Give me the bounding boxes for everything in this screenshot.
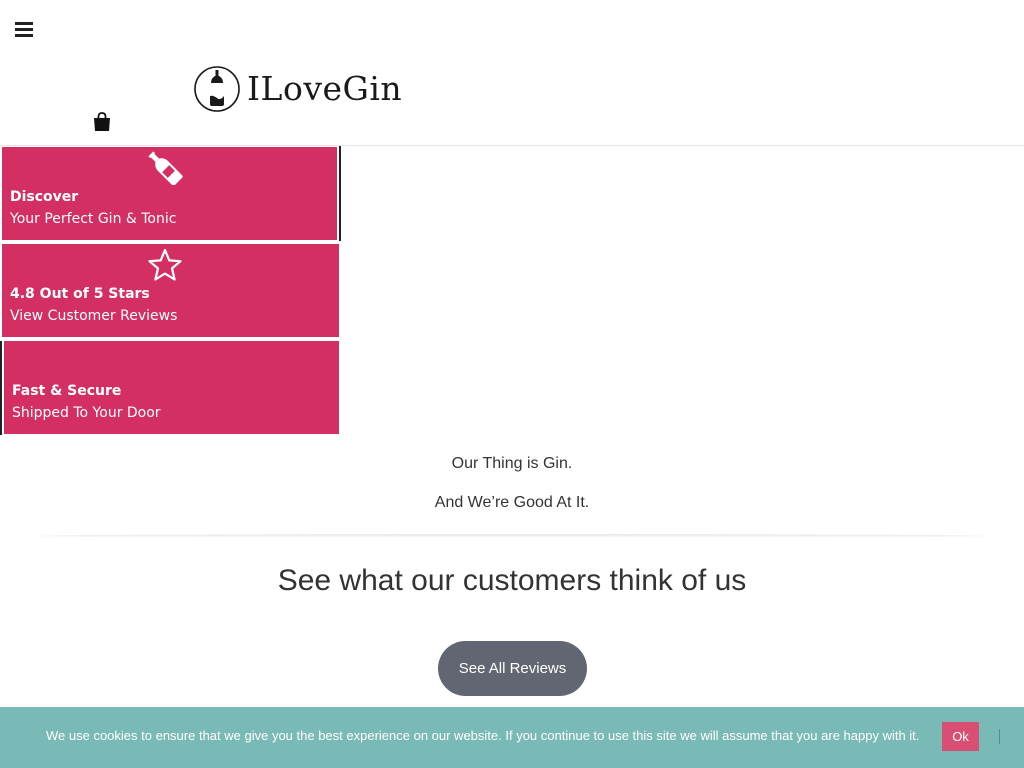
feature-title: 4.8 Out of 5 Stars [10,286,150,302]
tagline-line-2: And We’re Good At It. [434,494,590,511]
feature-title: Discover [10,189,79,205]
section-divider [36,534,988,538]
logo-mark-icon [194,66,240,112]
tile-border [339,146,341,241]
page: ILoveGin Discover Your Perfect Gin & Ton… [0,0,1024,768]
header-divider [0,145,1024,146]
cookie-ok-button[interactable]: Ok [942,722,979,751]
reviews-heading: See what our customers think of us [277,564,747,597]
feature-title: Fast & Secure [12,383,122,399]
feature-subtitle: View Customer Reviews [10,308,178,324]
feature-subtitle: Shipped To Your Door [12,405,161,421]
cookie-banner: We use cookies to ensure that we give yo… [0,707,1024,768]
tagline-line-1: Our Thing is Gin. [451,455,573,472]
tile-border [0,341,2,435]
star-icon [148,248,182,281]
see-all-reviews-button[interactable]: See All Reviews [438,641,587,696]
hamburger-icon[interactable] [15,22,33,38]
shopping-bag-icon[interactable] [93,112,111,132]
feature-tile-discover[interactable]: Discover Your Perfect Gin & Tonic [2,147,337,240]
cookie-banner-text: We use cookies to ensure that we give yo… [46,728,920,743]
bottle-icon [148,151,183,185]
logo-text: ILoveGin [247,69,403,108]
site-logo[interactable]: ILoveGin [193,65,402,113]
feature-subtitle: Your Perfect Gin & Tonic [10,211,177,227]
feature-tile-shipping[interactable]: Fast & Secure Shipped To Your Door [4,341,339,434]
cookie-banner-separator [999,729,1000,744]
feature-tile-reviews[interactable]: 4.8 Out of 5 Stars View Customer Reviews [2,244,339,337]
